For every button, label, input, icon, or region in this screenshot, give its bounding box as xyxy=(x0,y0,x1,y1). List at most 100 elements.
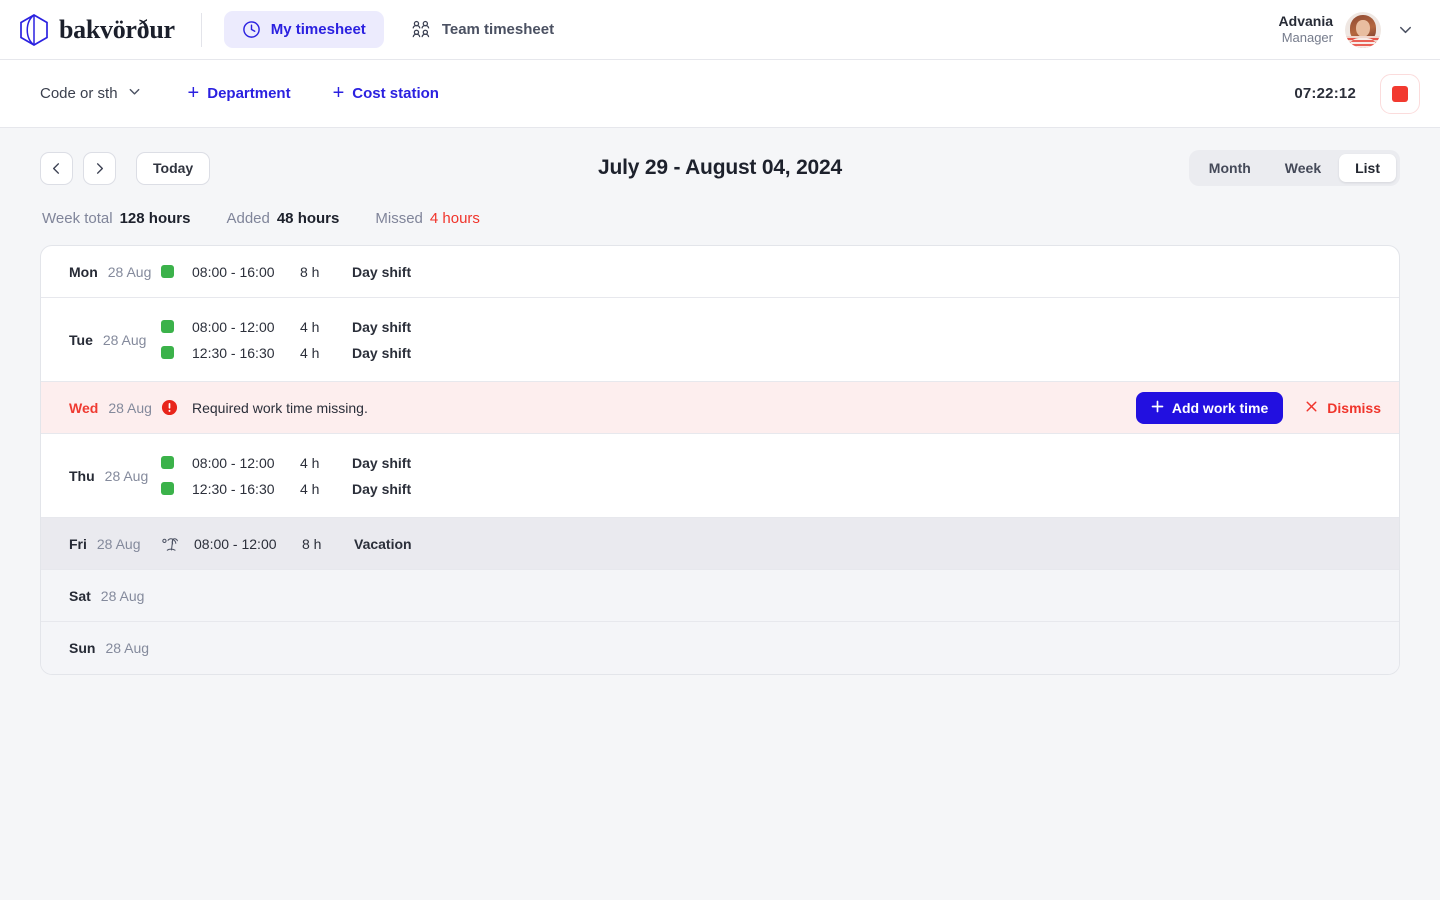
avatar-face xyxy=(1356,19,1370,37)
nav-tab-my-timesheet[interactable]: My timesheet xyxy=(223,11,384,48)
green-square-icon xyxy=(161,346,174,359)
brand-name: bakvörður xyxy=(59,14,175,44)
entry-hours: 4 h xyxy=(300,344,320,361)
day-date: 28 Aug xyxy=(100,587,145,604)
next-week-button[interactable] xyxy=(83,151,116,185)
nav-divider xyxy=(200,12,202,47)
entry-time: 12:30 - 16:30 xyxy=(192,480,275,497)
alert-message: Required work time missing. xyxy=(192,399,368,416)
table-row-alert[interactable]: Wed 28 Aug Required work time missing. A… xyxy=(41,382,1399,434)
entry-hours: 8 h xyxy=(302,535,322,552)
dismiss-label: Dismiss xyxy=(1327,399,1381,416)
entry-hours: 8 h xyxy=(300,263,320,280)
alert-body: Required work time missing. Add work tim… xyxy=(161,391,1381,424)
nav-tab-team-timesheet-label: Team timesheet xyxy=(441,21,555,38)
entry-list: 08:00 - 12:00 4 h Day shift 12:30 - 16:3… xyxy=(161,319,1381,361)
day-date: 28 Aug xyxy=(107,263,152,280)
dismiss-button[interactable]: Dismiss xyxy=(1305,400,1381,416)
add-department-button[interactable]: + Department xyxy=(187,81,291,104)
week-total-value: 128 hours xyxy=(119,210,191,227)
chevron-left-icon xyxy=(52,162,60,174)
add-department-label: Department xyxy=(207,85,291,102)
avatar-shoulder xyxy=(1349,37,1377,48)
day-of-week: Thu xyxy=(69,467,95,484)
view-option-list[interactable]: List xyxy=(1339,154,1396,182)
nav-tab-my-timesheet-label: My timesheet xyxy=(270,21,366,38)
day-date: 28 Aug xyxy=(104,467,149,484)
week-summary: Week total 128 hours Added 48 hours Miss… xyxy=(42,210,1400,227)
entry-list: 08:00 - 12:00 4 h Day shift 12:30 - 16:3… xyxy=(161,455,1381,497)
day-cell: Thu 28 Aug xyxy=(57,468,161,484)
entry-shift: Day shift xyxy=(352,344,412,361)
view-switcher: Month Week List xyxy=(1188,150,1400,186)
add-cost-station-label: Cost station xyxy=(352,85,439,102)
clock-icon xyxy=(242,20,261,39)
table-row[interactable]: Tue 28 Aug 08:00 - 12:00 4 h Day shift 1… xyxy=(41,298,1399,382)
view-option-week[interactable]: Week xyxy=(1269,154,1337,182)
table-row[interactable]: Thu 28 Aug 08:00 - 12:00 4 h Day shift 1… xyxy=(41,434,1399,518)
entry-shift: Day shift xyxy=(352,263,412,280)
entry[interactable]: 08:00 - 12:00 4 h Day shift xyxy=(161,455,1381,471)
entry-time: 08:00 - 12:00 xyxy=(192,318,275,335)
entry-time: 08:00 - 12:00 xyxy=(192,454,275,471)
code-select-label: Code or sth xyxy=(40,85,118,102)
day-cell: Sat 28 Aug xyxy=(57,588,161,604)
added-value: 48 hours xyxy=(276,210,340,227)
error-circle-icon xyxy=(161,399,178,416)
day-of-week: Fri xyxy=(69,535,87,552)
missed-label: Missed xyxy=(375,210,423,227)
table-row[interactable]: Sun 28 Aug xyxy=(41,622,1399,674)
plus-icon xyxy=(1151,400,1164,416)
code-select-dropdown[interactable]: Code or sth xyxy=(40,84,142,103)
entry[interactable]: 08:00 - 16:00 8 h Day shift xyxy=(161,264,1381,280)
people-group-icon xyxy=(410,20,432,39)
nav-tab-team-timesheet[interactable]: Team timesheet xyxy=(392,11,572,48)
entry[interactable]: 08:00 - 12:00 4 h Day shift xyxy=(161,319,1381,335)
missed-value: 4 hours xyxy=(429,210,480,227)
day-of-week: Sat xyxy=(69,587,91,604)
green-square-icon xyxy=(161,265,174,278)
day-cell: Mon 28 Aug xyxy=(57,264,161,280)
entry[interactable]: 08:00 - 12:00 8 h Vacation xyxy=(161,535,1381,553)
chevron-right-icon xyxy=(96,162,104,174)
view-option-month[interactable]: Month xyxy=(1193,154,1267,182)
added-label: Added xyxy=(226,210,270,227)
user-role: Manager xyxy=(1281,30,1333,46)
timer-display: 07:22:12 xyxy=(1294,85,1356,102)
entry-time: 08:00 - 12:00 xyxy=(194,535,277,552)
week-total-label: Week total xyxy=(42,210,113,227)
add-cost-station-button[interactable]: + Cost station xyxy=(332,81,439,104)
user-menu[interactable]: Advania Manager xyxy=(1279,11,1418,48)
filter-toolbar: Code or sth + Department + Cost station … xyxy=(0,60,1440,128)
today-button[interactable]: Today xyxy=(136,151,211,185)
plus-icon: + xyxy=(187,81,200,104)
stop-timer-button[interactable] xyxy=(1380,73,1420,114)
green-square-icon xyxy=(161,482,174,495)
green-square-icon xyxy=(161,456,174,469)
table-row[interactable]: Sat 28 Aug xyxy=(41,570,1399,622)
entry-list: 08:00 - 12:00 8 h Vacation xyxy=(161,535,1381,553)
close-x-icon xyxy=(1305,400,1318,416)
table-row[interactable]: Mon 28 Aug 08:00 - 16:00 8 h Day shift xyxy=(41,246,1399,298)
user-info: Advania Manager xyxy=(1279,13,1333,47)
day-cell: Tue 28 Aug xyxy=(57,332,161,348)
entry-list: 08:00 - 16:00 8 h Day shift xyxy=(161,264,1381,280)
entry[interactable]: 12:30 - 16:30 4 h Day shift xyxy=(161,481,1381,497)
plus-icon: + xyxy=(332,81,345,104)
entry-hours: 4 h xyxy=(300,318,320,335)
brand-logo[interactable]: bakvörður xyxy=(18,13,175,47)
main-content: Today July 29 - August 04, 2024 Month We… xyxy=(0,128,1440,675)
user-name: Advania xyxy=(1278,12,1333,29)
view-option-week-label: Week xyxy=(1284,160,1322,176)
table-row-vacation[interactable]: Fri 28 Aug 08:00 - 12:00 8 h Vacation xyxy=(41,518,1399,570)
entry[interactable]: 12:30 - 16:30 4 h Day shift xyxy=(161,345,1381,361)
entry-shift: Vacation xyxy=(354,535,412,552)
avatar[interactable] xyxy=(1345,11,1381,48)
entry-shift: Day shift xyxy=(352,480,412,497)
day-cell: Fri 28 Aug xyxy=(57,536,161,552)
previous-week-button[interactable] xyxy=(40,151,73,185)
chevron-down-icon[interactable] xyxy=(1393,17,1418,42)
view-option-list-label: List xyxy=(1355,160,1380,176)
entry-hours: 4 h xyxy=(300,454,320,471)
add-work-time-button[interactable]: Add work time xyxy=(1135,391,1284,424)
